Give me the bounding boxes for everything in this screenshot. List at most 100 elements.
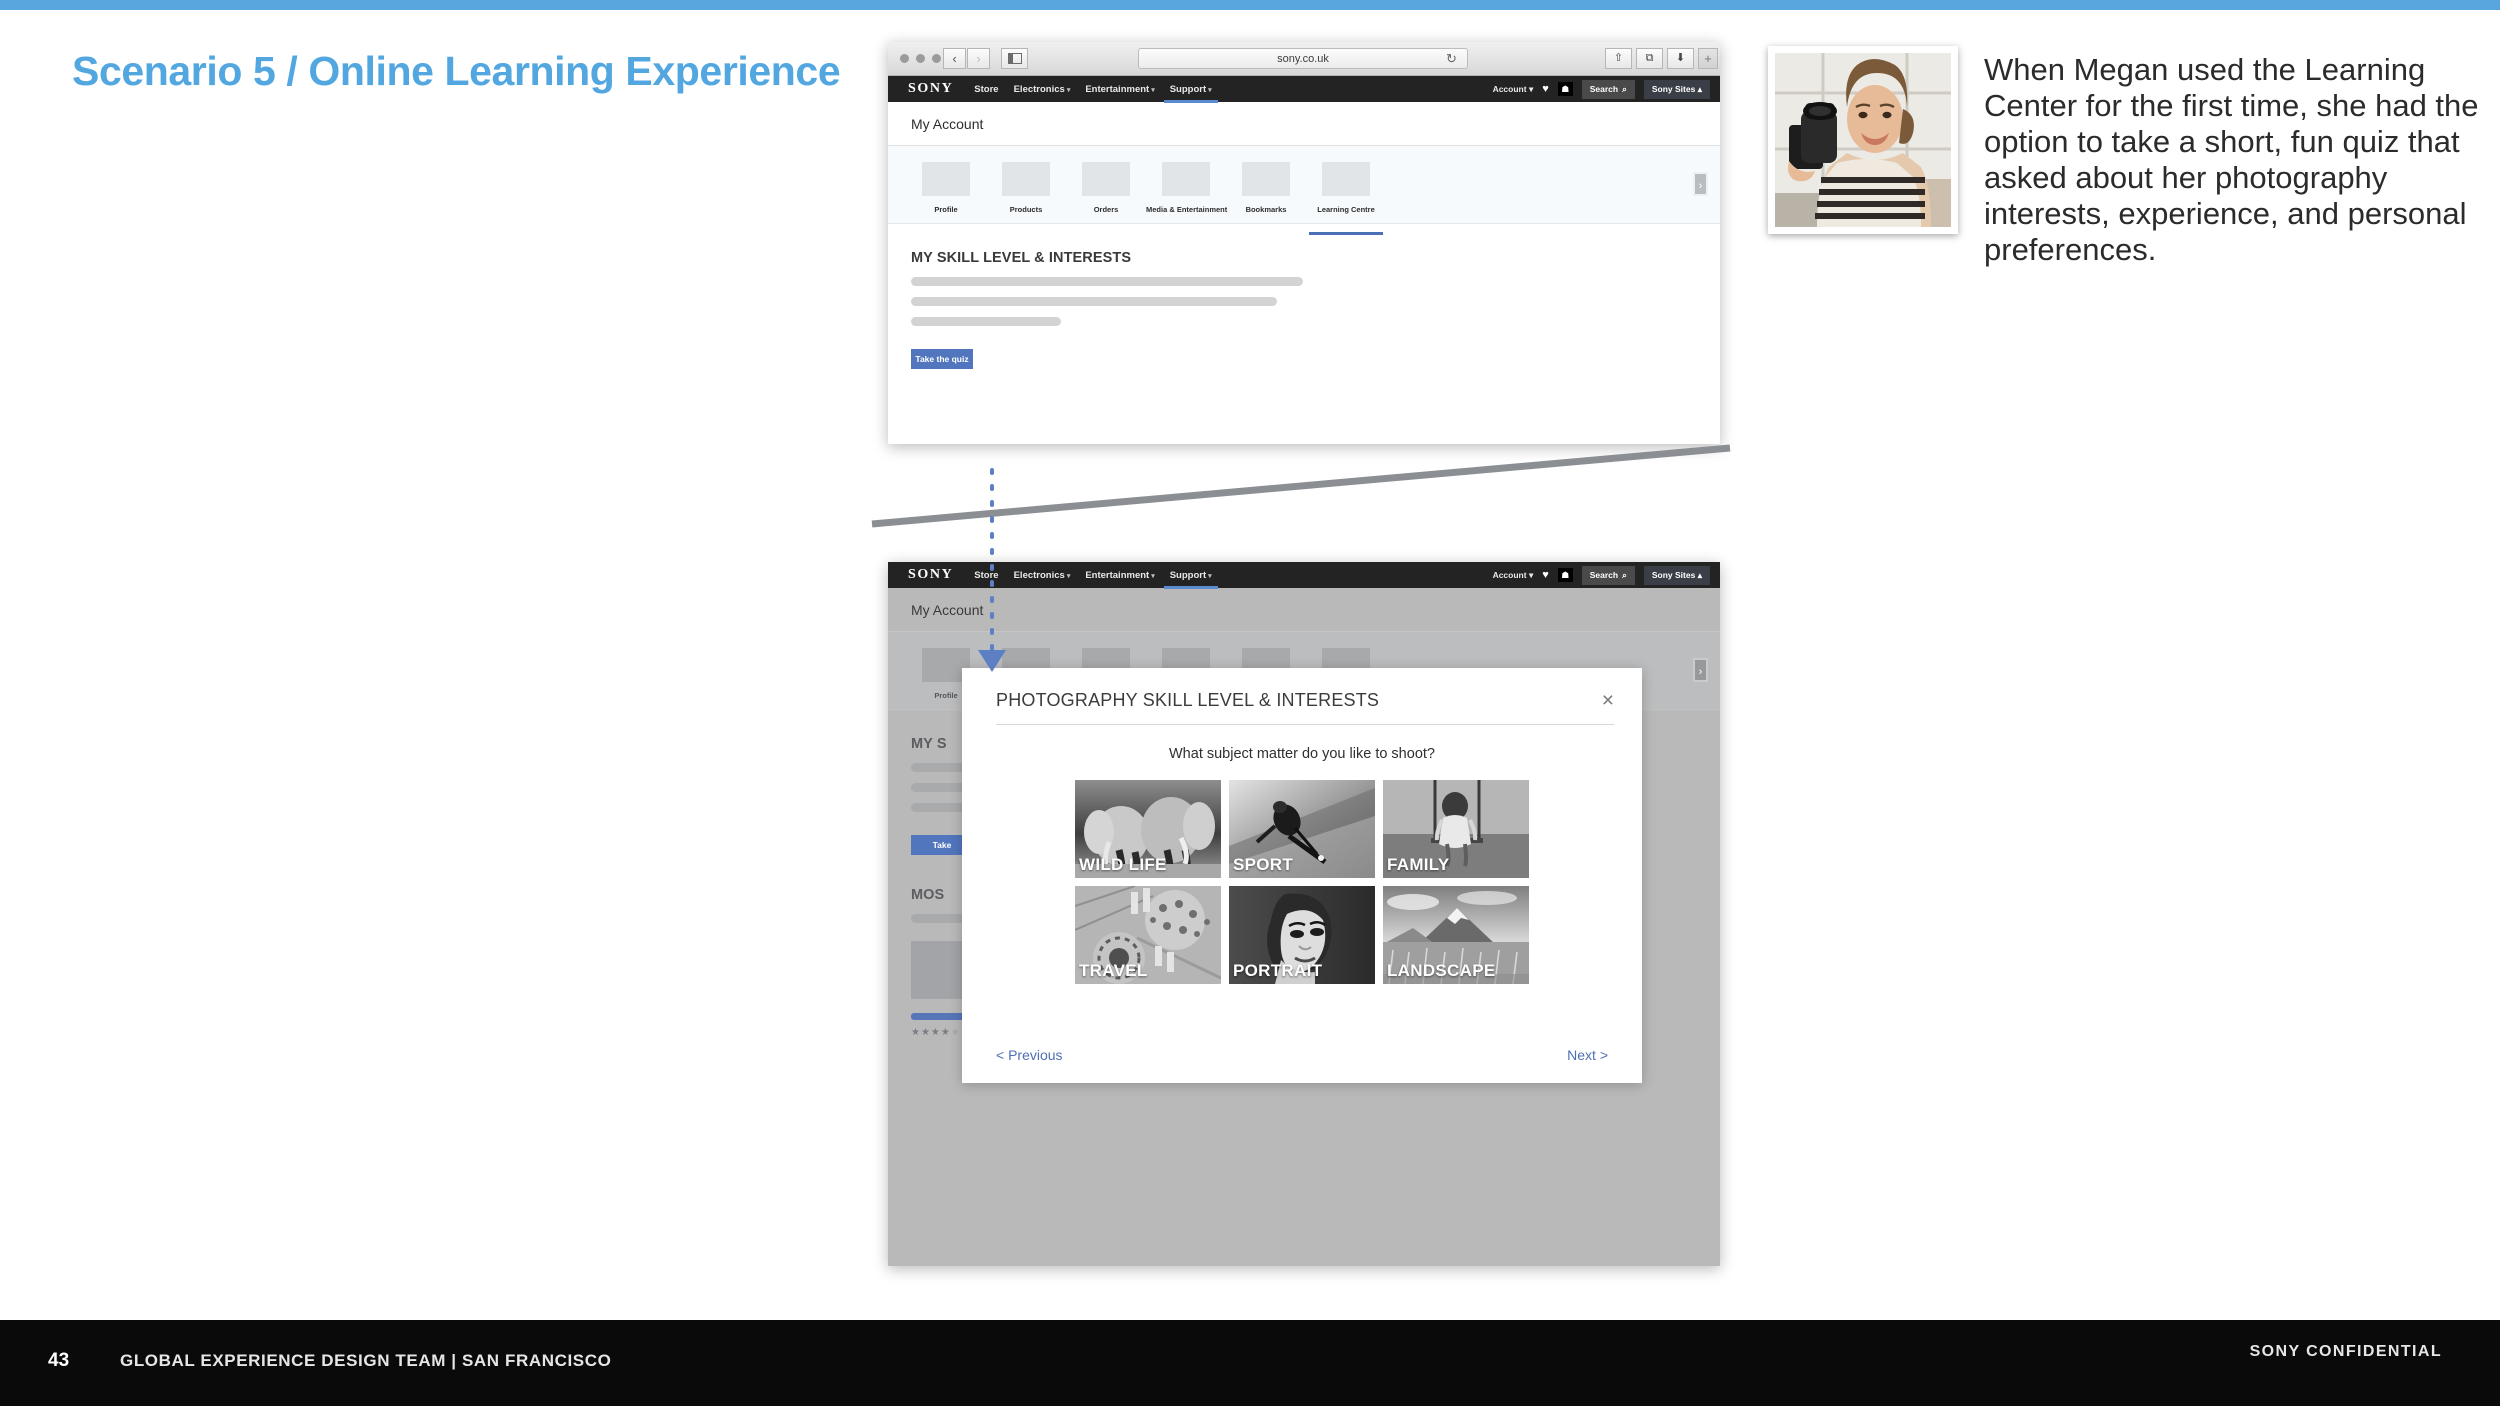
minimize-window-dot[interactable] <box>916 54 925 63</box>
carousel-next-icon[interactable]: › <box>1693 658 1708 682</box>
nav-account-label: Account <box>1492 83 1527 94</box>
account-tab-media-entertainment[interactable]: Media & Entertainment <box>1146 162 1227 214</box>
account-tab-products-label: Products <box>1009 205 1043 214</box>
page-number: 43 <box>48 1350 70 1371</box>
shopping-cart-icon[interactable]: ☗ <box>1557 568 1573 582</box>
nav-item-store-label: Store <box>974 83 999 95</box>
search-button-label: Search <box>1589 84 1619 94</box>
modal-divider <box>996 724 1614 725</box>
search-icon: ⌕ <box>1622 569 1627 580</box>
downloads-icon[interactable]: ⬇ <box>1667 48 1694 69</box>
nav-item-electronics-label: Electronics <box>1013 569 1065 581</box>
nav-item-support-label: Support <box>1169 83 1207 95</box>
skill-section-title: MY SKILL LEVEL & INTERESTS <box>911 250 1132 266</box>
nav-item-store[interactable]: Store <box>974 84 998 95</box>
account-page-heading: My Account <box>888 102 1720 146</box>
subject-tile-sport[interactable]: SPORT <box>1229 780 1375 878</box>
search-button[interactable]: Search ⌕ <box>1581 565 1635 585</box>
nav-account-menu[interactable]: Account ▾ <box>1493 570 1534 581</box>
account-page-heading: My Account <box>888 588 1720 632</box>
nav-item-entertainment[interactable]: Entertainment ▾ <box>1085 84 1154 95</box>
tab-thumbnail <box>1242 162 1290 196</box>
modal-question: What subject matter do you like to shoot… <box>1169 746 1435 762</box>
sony-sites-button[interactable]: Sony Sites ▴ <box>1643 565 1710 585</box>
next-button[interactable]: Next > <box>1567 1047 1608 1063</box>
share-icon[interactable]: ⇧ <box>1605 48 1632 69</box>
confidential-label: SONY CONFIDENTIAL <box>2249 1343 2442 1360</box>
nav-item-support[interactable]: Support ▾ <box>1163 569 1218 589</box>
close-icon[interactable]: × <box>1602 690 1614 711</box>
chevron-down-icon: ▾ <box>1151 572 1155 580</box>
previous-button[interactable]: < Previous <box>996 1047 1063 1063</box>
chevron-up-icon: ▴ <box>1697 83 1702 94</box>
address-bar[interactable]: sony.co.uk <box>1138 48 1468 69</box>
carousel-next-icon[interactable]: › <box>1693 172 1708 196</box>
subject-tile-portrait[interactable]: PORTRAIT <box>1229 886 1375 984</box>
search-icon: ⌕ <box>1622 83 1627 94</box>
nav-item-support[interactable]: Support ▾ <box>1163 83 1218 103</box>
nav-item-entertainment[interactable]: Entertainment ▾ <box>1085 570 1154 581</box>
close-window-dot[interactable] <box>900 54 909 63</box>
nav-item-electronics-label: Electronics <box>1013 83 1065 95</box>
sony-logo[interactable]: SONY <box>908 81 953 97</box>
placeholder-line <box>911 317 1061 326</box>
zoom-window-dot[interactable] <box>932 54 941 63</box>
scenario-caption: When Megan used the Learning Center for … <box>1984 52 2479 267</box>
wishlist-heart-icon[interactable]: ♥ <box>1542 83 1549 95</box>
account-tab-learning-centre[interactable]: Learning Centre <box>1306 162 1386 235</box>
search-button-label: Search <box>1589 570 1619 580</box>
nav-account-menu[interactable]: Account ▾ <box>1493 84 1534 95</box>
show-tabs-icon[interactable]: ⧉ <box>1636 48 1663 69</box>
wishlist-heart-icon[interactable]: ♥ <box>1542 569 1549 581</box>
diagonal-divider-line <box>871 444 1731 528</box>
subject-tile-family-label: FAMILY <box>1387 855 1450 874</box>
chevron-down-icon: ▾ <box>1528 569 1534 580</box>
footer-team-label: GLOBAL EXPERIENCE DESIGN TEAM | SAN FRAN… <box>120 1351 612 1370</box>
account-tab-products[interactable]: Products <box>986 162 1066 214</box>
take-the-quiz-button[interactable]: Take the quiz <box>911 349 973 369</box>
nav-item-store-label: Store <box>974 569 999 581</box>
sony-logo[interactable]: SONY <box>908 567 953 583</box>
account-tab-profile-label: Profile <box>934 205 958 214</box>
forward-button[interactable]: › <box>967 48 990 69</box>
page-title: Scenario 5 / Online Learning Experience <box>72 48 841 94</box>
photography-quiz-modal: PHOTOGRAPHY SKILL LEVEL & INTERESTS × Wh… <box>962 668 1642 1083</box>
subject-tile-wild-life[interactable]: WILD LIFE <box>1075 780 1221 878</box>
account-tab-bookmarks[interactable]: Bookmarks <box>1226 162 1306 214</box>
nav-item-entertainment-label: Entertainment <box>1085 83 1150 95</box>
subject-tile-family[interactable]: FAMILY <box>1383 780 1529 878</box>
modal-title: PHOTOGRAPHY SKILL LEVEL & INTERESTS <box>996 690 1380 710</box>
nav-item-support-label: Support <box>1169 569 1207 581</box>
new-tab-button[interactable]: + <box>1698 48 1718 69</box>
sidebar-toggle-icon[interactable] <box>1001 48 1028 69</box>
subject-tile-landscape[interactable]: LANDSCAPE <box>1383 886 1529 984</box>
tab-thumbnail <box>1322 162 1370 196</box>
subject-tile-wild-life-label: WILD LIFE <box>1079 855 1167 874</box>
sony-sites-button[interactable]: Sony Sites ▴ <box>1643 79 1710 99</box>
megan-holding-camera-photo <box>1775 53 1951 227</box>
window-controls[interactable] <box>900 54 941 63</box>
account-tab-orders[interactable]: Orders <box>1066 162 1146 214</box>
chevron-down-icon: ▾ <box>1208 86 1212 94</box>
nav-account-label: Account <box>1492 569 1527 580</box>
back-button[interactable]: ‹ <box>943 48 966 69</box>
skill-level-section: MY SKILL LEVEL & INTERESTS Take the quiz <box>888 224 1720 369</box>
shopping-cart-icon[interactable]: ☗ <box>1557 82 1573 96</box>
tab-thumbnail <box>922 162 970 196</box>
account-tab-profile[interactable]: Profile <box>906 162 986 214</box>
account-tab-learning-centre-label: Learning Centre <box>1317 205 1375 214</box>
nav-item-store[interactable]: Store <box>974 570 998 581</box>
subject-tile-travel[interactable]: TRAVEL <box>1075 886 1221 984</box>
nav-item-electronics[interactable]: Electronics ▾ <box>1014 84 1071 95</box>
sony-global-nav: SONY Store Electronics ▾ Entertainment ▾ S… <box>888 562 1720 589</box>
reload-icon[interactable]: ↻ <box>1446 51 1457 67</box>
account-tab-bookmarks-label: Bookmarks <box>1245 205 1287 214</box>
search-button[interactable]: Search ⌕ <box>1581 79 1635 99</box>
account-tab-orders-label: Orders <box>1093 205 1119 214</box>
chevron-up-icon: ▴ <box>1697 569 1702 580</box>
account-tab-strip: Profile Products Orders Media & Entertai… <box>888 146 1720 235</box>
nav-item-electronics[interactable]: Electronics ▾ <box>1014 570 1071 581</box>
chevron-down-icon: ▾ <box>1151 86 1155 94</box>
subject-tile-grid: WILD LIFE SPORT FAMILY TRAVEL PORTRAIT L… <box>962 780 1642 984</box>
modal-footer: < Previous Next > <box>962 1027 1642 1083</box>
